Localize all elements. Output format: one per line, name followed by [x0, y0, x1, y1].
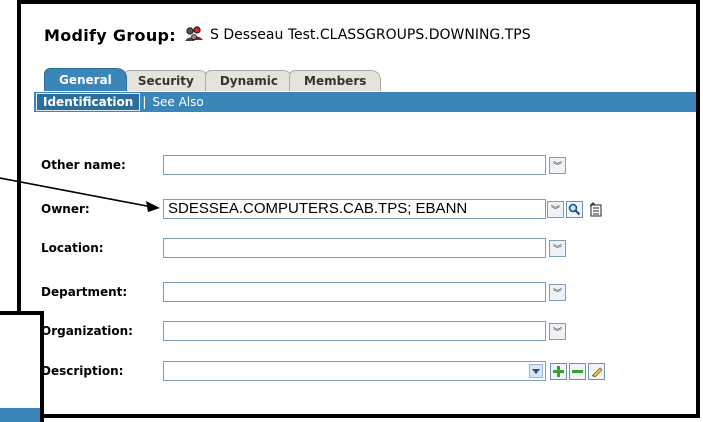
annotation-arrow	[0, 177, 160, 212]
arrow-head	[146, 201, 160, 212]
arrow-line	[0, 177, 153, 208]
